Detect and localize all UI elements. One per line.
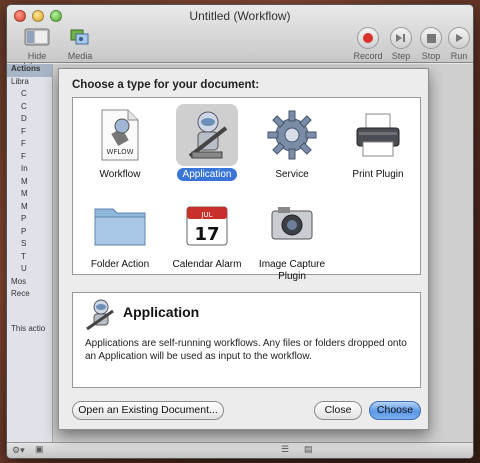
gear-icon [261,104,323,166]
document-type-sheet: Choose a type for your document: WFLOW W… [58,68,429,430]
run-label: Run [450,51,468,61]
type-print-plugin-label: Print Plugin [352,169,404,180]
library-category-item[interactable]: S [7,239,52,252]
library-category-item[interactable]: U [7,264,52,277]
record-icon [357,27,379,49]
step-icon [390,27,412,49]
description-panel: Application Applications are self-runnin… [72,292,421,388]
type-print-plugin[interactable]: Print Plugin [335,104,421,181]
library-row[interactable]: Libra [7,77,52,90]
description-text: Applications are self-running workflows.… [85,338,407,362]
gear-icon[interactable]: ⚙▾ [12,445,25,456]
type-application-label-wrap: Application [164,168,250,181]
type-calendar-alarm[interactable]: JUL 17 Calendar Alarm [164,194,250,271]
library-category-item[interactable]: M [7,177,52,190]
most-used-row[interactable]: Mos [7,277,52,290]
run-button[interactable]: Run [445,27,473,61]
type-application[interactable]: Application [164,104,250,181]
library-category-item[interactable]: P [7,214,52,227]
stop-button[interactable]: Stop [417,27,445,61]
drop-down-icon[interactable]: ▣ [35,444,44,455]
calendar-icon: JUL 17 [176,194,238,256]
library-sidebar: Actions Libra C C D F F F In M M M P P S T U Mos Rece … [7,64,53,458]
type-folder-action-label: Folder Action [90,259,150,270]
titlebar: Untitled (Workflow) Hide Library Media R… [7,5,473,71]
svg-text:WFLOW: WFLOW [106,148,133,156]
type-workflow[interactable]: WFLOW Workflow [77,104,163,181]
camera-icon [261,194,323,256]
bottom-status-bar: ⚙▾ ▣ ☰ ▤ [7,442,473,458]
action-description-stub: This actio [11,323,46,333]
media-label: Media [67,51,93,61]
step-label: Step [391,51,411,61]
library-category-item[interactable]: F [7,127,52,140]
library-category-item[interactable]: M [7,202,52,215]
document-type-grid: WFLOW Workflow Application Service Print… [72,97,421,282]
library-category-item[interactable]: P [7,227,52,240]
library-category-item[interactable]: M [7,189,52,202]
folder-icon [89,194,151,256]
svg-text:17: 17 [194,224,219,245]
library-category-item[interactable]: C [7,89,52,102]
type-application-label: Application [176,168,238,181]
description-title: Application [123,304,200,320]
step-button[interactable]: Step [387,27,415,61]
stop-icon [420,27,442,49]
window-title: Untitled (Workflow) [189,9,291,23]
type-folder-action[interactable]: Folder Action [77,194,163,271]
library-category-item[interactable]: D [7,114,52,127]
type-service[interactable]: Service [249,104,335,181]
type-service-label: Service [275,169,309,180]
choose-button[interactable]: Choose [369,401,421,420]
library-category-item[interactable]: F [7,139,52,152]
library-category-item[interactable]: C [7,102,52,115]
list-view-icon[interactable]: ☰ [281,444,289,455]
log-view-icon[interactable]: ▤ [304,444,313,455]
close-button[interactable]: Close [314,401,362,420]
record-button[interactable]: Record [352,27,384,61]
library-category-item[interactable]: F [7,152,52,165]
recently-added-row[interactable]: Rece [7,289,52,302]
media-button[interactable]: Media [63,27,97,61]
type-image-capture-plugin[interactable]: Image Capture Plugin [249,194,335,283]
open-existing-document-button[interactable]: Open an Existing Document... [72,401,224,420]
record-label: Record [353,51,383,61]
automator-window: Untitled (Workflow) Hide Library Media R… [6,4,474,459]
media-icon [70,29,89,45]
type-image-capture-plugin-label: Image Capture Plugin [258,259,326,282]
svg-text:JUL: JUL [200,211,212,219]
printer-icon [347,104,409,166]
library-category-item[interactable]: In [7,164,52,177]
automator-robot-icon [86,299,114,331]
run-icon [448,27,470,49]
stop-label: Stop [421,51,441,61]
library-icon [24,28,50,46]
automator-robot-icon [176,104,238,166]
actions-tab[interactable]: Actions [7,64,52,77]
type-workflow-label: Workflow [99,169,141,180]
workflow-document-icon: WFLOW [89,104,151,166]
type-calendar-alarm-label: Calendar Alarm [172,259,242,270]
sheet-heading: Choose a type for your document: [72,79,260,91]
library-category-item[interactable]: T [7,252,52,265]
library-category-list: C C D F F F In M M M P P S T U [7,89,52,277]
